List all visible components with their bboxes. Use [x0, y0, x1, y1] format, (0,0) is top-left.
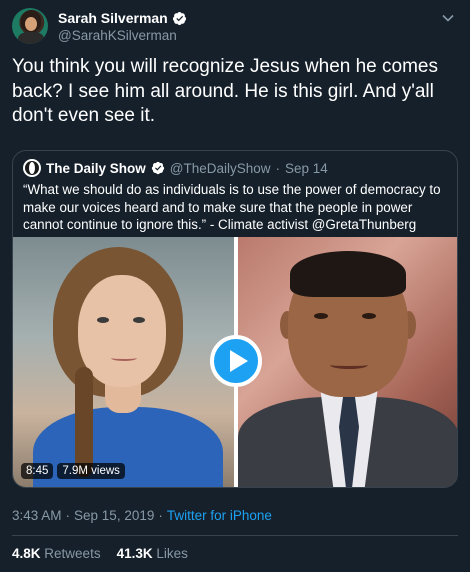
quoted-author-name: The Daily Show [46, 160, 146, 176]
tweet-source-link[interactable]: Twitter for iPhone [167, 508, 272, 523]
dot-separator: · [158, 508, 163, 523]
quoted-tweet-text: “What we should do as individuals is to … [23, 182, 441, 232]
retweets-count: 4.8K [12, 546, 41, 561]
tweet-text: You think you will recognize Jesus when … [12, 56, 438, 126]
quoted-avatar [23, 159, 41, 177]
author-handle[interactable]: @SarahKSilverman [58, 28, 177, 43]
likes-count: 41.3K [116, 546, 153, 561]
quoted-author-handle: @TheDailyShow [169, 160, 271, 176]
dot-separator: · [65, 508, 71, 523]
quoted-date: Sep 14 [285, 160, 328, 176]
chevron-down-icon[interactable] [442, 12, 454, 24]
likes-stat[interactable]: 41.3K Likes [117, 546, 188, 561]
verified-badge-icon [151, 161, 164, 175]
video-duration: 8:45 [21, 463, 54, 479]
quoted-tweet-header: The Daily Show @TheDailyShow · Sep 14 [23, 159, 328, 177]
quoted-tweet[interactable]: The Daily Show @TheDailyShow · Sep 14 “W… [12, 150, 458, 488]
avatar[interactable] [12, 8, 48, 44]
tweet-meta: 3:43 AM · Sep 15, 2019 · Twitter for iPh… [12, 508, 272, 523]
retweets-stat[interactable]: 4.8K Retweets [12, 546, 101, 561]
video-player[interactable]: 8:45 7.9M views [13, 237, 457, 487]
author-name[interactable]: Sarah Silverman [58, 10, 168, 26]
play-button[interactable] [210, 335, 262, 387]
video-views: 7.9M views [57, 463, 125, 479]
video-thumbnail-right [238, 237, 457, 487]
dot-separator: · [275, 160, 281, 176]
divider [12, 535, 458, 536]
tweet-time[interactable]: 3:43 AM [12, 508, 62, 523]
author-name-row: Sarah Silverman [58, 10, 187, 26]
retweets-label: Retweets [44, 546, 101, 561]
tweet-header: Sarah Silverman @SarahKSilverman [12, 8, 458, 48]
video-badges: 8:45 7.9M views [21, 463, 125, 479]
tweet-stats: 4.8K Retweets 41.3K Likes [12, 546, 188, 561]
verified-badge-icon [172, 11, 186, 25]
play-icon [229, 350, 248, 372]
tweet-date[interactable]: Sep 15, 2019 [74, 508, 154, 523]
video-thumbnail-left [13, 237, 234, 487]
likes-label: Likes [156, 546, 188, 561]
